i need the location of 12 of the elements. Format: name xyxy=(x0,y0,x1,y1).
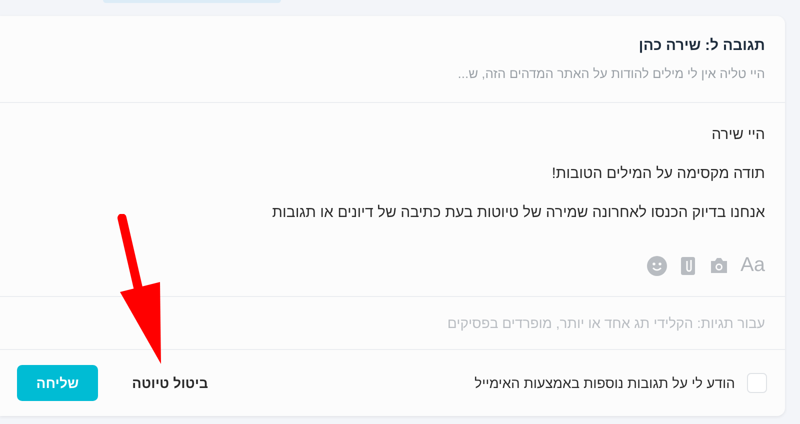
reply-title: תגובה ל: שירה כהן xyxy=(638,37,765,54)
camera-icon[interactable] xyxy=(708,257,729,274)
attachment-icon[interactable] xyxy=(678,256,697,276)
smiley-icon[interactable] xyxy=(646,256,667,276)
tags-field[interactable]: עבור תגיות: הקלידי תג אחד או יותר, מופרדים בפסיקים xyxy=(0,297,785,350)
message-line: תודה מקסימה על המילים הטובות! xyxy=(550,164,765,184)
message-line: היי שירה xyxy=(710,125,765,145)
cancel-draft-link[interactable]: ביטול טיוטה xyxy=(128,369,212,397)
message-line: אנחנו בדיוק הכנסו לאחרונה שמירה של טיוטות בעת כתיבה של דיונים או תגובות xyxy=(271,203,765,223)
reply-preview: היי טליה אין לי מילים להודות על האתר המדהים הזה, ש... xyxy=(456,66,765,81)
notify-label: הודע לי על תגובות נוספות באמצעות האימייל xyxy=(474,375,735,391)
notify-checkbox[interactable] xyxy=(747,373,767,393)
